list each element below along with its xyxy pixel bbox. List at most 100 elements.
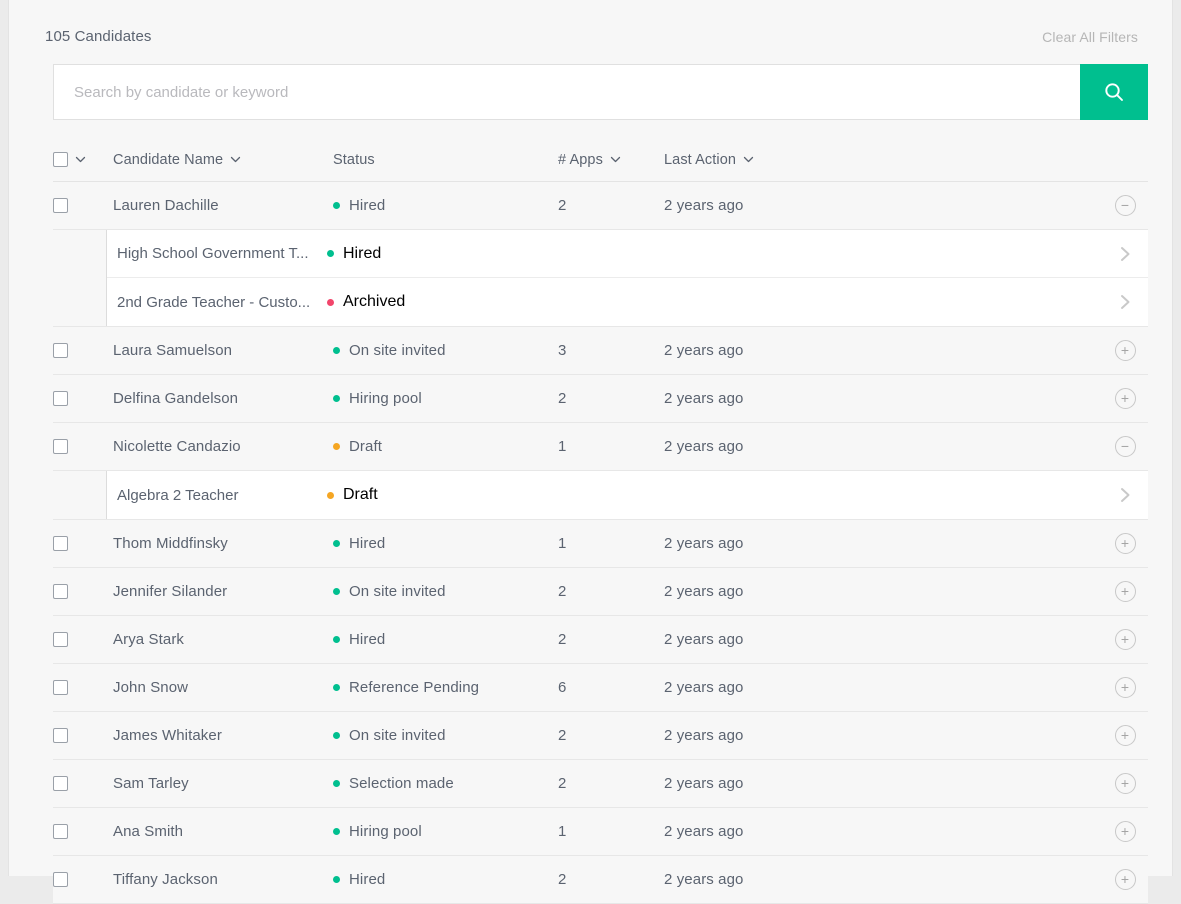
status-dot-icon xyxy=(333,780,340,787)
search-input[interactable] xyxy=(53,64,1080,120)
apps-count-cell: 1 xyxy=(558,535,567,552)
table-row[interactable]: Laura Samuelson On site invited 3 2 years a… xyxy=(53,327,1148,375)
row-select-cell xyxy=(53,872,113,887)
status-label: Hired xyxy=(349,631,386,648)
status-dot-icon xyxy=(333,347,340,354)
status-label: On site invited xyxy=(349,583,446,600)
candidate-name-cell: Lauren Dachille xyxy=(113,197,219,214)
sub-row-status-cell: Archived xyxy=(327,293,552,311)
table-row[interactable]: Jennifer Silander On site invited 2 2 years… xyxy=(53,568,1148,616)
row-checkbox[interactable] xyxy=(53,343,68,358)
row-checkbox[interactable] xyxy=(53,198,68,213)
row-checkbox[interactable] xyxy=(53,776,68,791)
last-action-cell: 2 years ago xyxy=(664,679,744,696)
table-row[interactable]: Lauren Dachille Hired 2 2 years ago − xyxy=(53,182,1148,230)
open-application-button[interactable] xyxy=(1102,292,1148,312)
row-checkbox[interactable] xyxy=(53,584,68,599)
chevron-down-icon xyxy=(743,154,754,165)
candidate-name-cell: James Whitaker xyxy=(113,727,222,744)
status-cell: Hiring pool xyxy=(333,390,558,407)
row-select-cell xyxy=(53,343,113,358)
row-toggle-cell: + xyxy=(1102,725,1148,746)
expand-row-button[interactable]: + xyxy=(1114,773,1136,794)
row-toggle-cell: + xyxy=(1102,821,1148,842)
apps-count-cell: 6 xyxy=(558,679,567,696)
open-application-button[interactable] xyxy=(1102,485,1148,505)
status-label: Hiring pool xyxy=(349,390,422,407)
table-row[interactable]: James Whitaker On site invited 2 2 years ag… xyxy=(53,712,1148,760)
status-dot-icon xyxy=(333,684,340,691)
status-label: Hired xyxy=(349,535,386,552)
row-checkbox[interactable] xyxy=(53,872,68,887)
expand-row-button[interactable]: + xyxy=(1114,388,1136,409)
row-checkbox[interactable] xyxy=(53,536,68,551)
last-action-cell: 2 years ago xyxy=(664,390,744,407)
status-cell: Draft xyxy=(333,438,558,455)
status-label: Reference Pending xyxy=(349,679,480,696)
row-checkbox[interactable] xyxy=(53,391,68,406)
expand-row-button[interactable]: + xyxy=(1114,340,1136,361)
table-row[interactable]: Arya Stark Hired 2 2 years ago + xyxy=(53,616,1148,664)
row-toggle-cell: − xyxy=(1102,195,1148,216)
table-row[interactable]: Delfina Gandelson Hiring pool 2 2 years ago… xyxy=(53,375,1148,423)
chevron-right-icon xyxy=(1119,292,1132,312)
search-button[interactable] xyxy=(1080,64,1148,120)
sub-row[interactable]: 2nd Grade Teacher - Custo... Archived xyxy=(107,278,1148,326)
status-cell: Hired xyxy=(333,535,558,552)
application-title: 2nd Grade Teacher - Custo... xyxy=(117,293,311,311)
table-row[interactable]: Thom Middfinsky Hired 1 2 years ago + xyxy=(53,520,1148,568)
row-checkbox[interactable] xyxy=(53,632,68,647)
column-header-last-action[interactable]: Last Action xyxy=(664,152,1102,168)
candidate-name-cell: Laura Samuelson xyxy=(113,342,233,359)
apps-count-cell: 2 xyxy=(558,390,567,407)
table-row[interactable]: Nicolette Candazio Draft 1 2 years ago − xyxy=(53,423,1148,471)
row-toggle-cell: + xyxy=(1102,629,1148,650)
row-checkbox[interactable] xyxy=(53,728,68,743)
clear-all-filters-button[interactable]: Clear All Filters xyxy=(1042,29,1138,45)
apps-count-cell: 2 xyxy=(558,727,567,744)
open-application-button[interactable] xyxy=(1102,244,1148,264)
table-row[interactable]: Tiffany Jackson Hired 2 2 years ago + xyxy=(53,856,1148,904)
status-cell: Hired xyxy=(333,631,558,648)
row-toggle-cell: + xyxy=(1102,869,1148,890)
column-header-apps[interactable]: # Apps xyxy=(558,152,664,168)
row-toggle-cell: + xyxy=(1102,533,1148,554)
table-row[interactable]: Sam Tarley Selection made 2 2 years ago + xyxy=(53,760,1148,808)
expand-row-button[interactable]: + xyxy=(1114,533,1136,554)
expand-row-button[interactable]: + xyxy=(1114,581,1136,602)
chevron-down-icon xyxy=(75,154,86,165)
row-toggle-cell: + xyxy=(1102,677,1148,698)
chevron-right-icon xyxy=(1119,244,1132,264)
sub-row[interactable]: High School Government T... Hired xyxy=(107,230,1148,278)
last-action-cell: 2 years ago xyxy=(664,583,744,600)
row-toggle-cell: + xyxy=(1102,773,1148,794)
candidate-name-cell: Nicolette Candazio xyxy=(113,438,241,455)
candidate-name-cell: Arya Stark xyxy=(113,631,185,648)
apps-count-cell: 2 xyxy=(558,583,567,600)
last-action-cell: 2 years ago xyxy=(664,871,744,888)
select-all-dropdown[interactable] xyxy=(75,154,86,165)
sub-row-status-cell: Draft xyxy=(327,486,552,504)
row-select-cell xyxy=(53,632,113,647)
expand-row-button[interactable]: + xyxy=(1114,821,1136,842)
row-toggle-cell: − xyxy=(1102,436,1148,457)
row-checkbox[interactable] xyxy=(53,439,68,454)
table-row[interactable]: John Snow Reference Pending 6 2 years ago + xyxy=(53,664,1148,712)
expand-row-button[interactable]: + xyxy=(1114,677,1136,698)
expand-row-button[interactable]: + xyxy=(1114,629,1136,650)
sub-row-group: Algebra 2 Teacher Draft xyxy=(53,471,1148,520)
apps-count-cell: 1 xyxy=(558,823,567,840)
collapse-row-button[interactable]: − xyxy=(1114,436,1136,457)
last-action-cell: 2 years ago xyxy=(664,438,744,455)
expand-row-button[interactable]: + xyxy=(1114,725,1136,746)
expand-row-button[interactable]: + xyxy=(1114,869,1136,890)
row-select-cell xyxy=(53,391,113,406)
collapse-row-button[interactable]: − xyxy=(1114,195,1136,216)
last-action-cell: 2 years ago xyxy=(664,775,744,792)
sub-row[interactable]: Algebra 2 Teacher Draft xyxy=(107,471,1148,519)
select-all-checkbox[interactable] xyxy=(53,152,68,167)
column-header-candidate-name[interactable]: Candidate Name xyxy=(113,152,333,168)
row-checkbox[interactable] xyxy=(53,680,68,695)
table-row[interactable]: Ana Smith Hiring pool 1 2 years ago + xyxy=(53,808,1148,856)
row-checkbox[interactable] xyxy=(53,824,68,839)
